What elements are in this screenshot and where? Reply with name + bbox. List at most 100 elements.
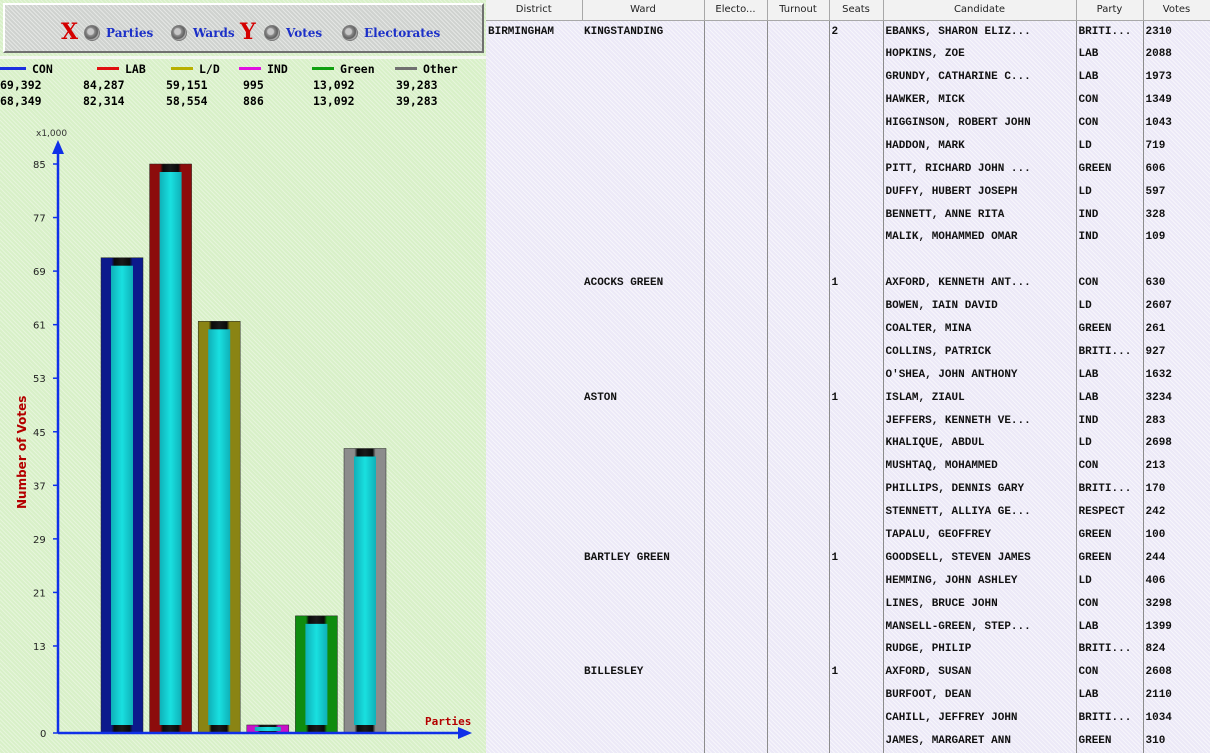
votes-cell[interactable]: 170: [1143, 478, 1210, 501]
district-cell[interactable]: [486, 89, 582, 112]
ward-cell[interactable]: [582, 203, 705, 227]
table-row[interactable]: JEFFERS, KENNETH VE... IND 283: [486, 409, 1210, 433]
candidate-cell[interactable]: AXFORD, KENNETH ANT...: [883, 271, 1077, 295]
candidate-cell[interactable]: JEFFERS, KENNETH VE...: [883, 409, 1077, 433]
ward-cell[interactable]: [582, 683, 705, 707]
table-row[interactable]: MUSHTAQ, MOHAMMED CON 213: [486, 454, 1210, 478]
district-cell[interactable]: [486, 363, 582, 386]
votes-cell[interactable]: 606: [1143, 157, 1210, 180]
district-cell[interactable]: [486, 592, 582, 615]
votes-cell[interactable]: 244: [1143, 546, 1210, 569]
party-cell[interactable]: LAB: [1076, 363, 1144, 387]
seats-cell[interactable]: [829, 592, 884, 616]
votes-cell[interactable]: 824: [1143, 638, 1210, 661]
table-row[interactable]: MANSELL-GREEN, STEP... LAB 1399: [486, 615, 1210, 639]
seats-cell[interactable]: [829, 523, 884, 547]
ward-cell[interactable]: [582, 454, 705, 478]
votes-cell[interactable]: 2608: [1143, 661, 1210, 684]
seats-cell[interactable]: [829, 477, 884, 501]
district-cell[interactable]: [486, 180, 582, 203]
turnout-cell[interactable]: [767, 248, 830, 272]
table-row[interactable]: ASTON 1 ISLAM, ZIAUL LAB 3234: [486, 386, 1210, 410]
district-cell[interactable]: BIRMINGHAM: [486, 20, 582, 43]
electorate-cell[interactable]: [704, 660, 768, 684]
table-row[interactable]: BURFOOT, DEAN LAB 2110: [486, 683, 1210, 707]
candidate-cell[interactable]: GOODSELL, STEVEN JAMES: [883, 546, 1077, 570]
electorate-cell[interactable]: [704, 706, 768, 730]
party-cell[interactable]: BRITI...: [1076, 706, 1144, 730]
column-header-ward[interactable]: Ward: [582, 0, 705, 21]
votes-cell[interactable]: 2698: [1143, 432, 1210, 455]
ward-cell[interactable]: [582, 569, 705, 593]
seats-cell[interactable]: [829, 42, 884, 66]
table-row[interactable]: PHILLIPS, DENNIS GARY BRITI... 170: [486, 477, 1210, 501]
table-row[interactable]: HADDON, MARK LD 719: [486, 134, 1210, 158]
turnout-cell[interactable]: [767, 592, 830, 616]
ward-cell[interactable]: [582, 432, 705, 455]
party-cell[interactable]: IND: [1076, 203, 1144, 227]
table-row[interactable]: JAMES, MARGARET ANN GREEN 310: [486, 729, 1210, 753]
turnout-cell[interactable]: [767, 615, 830, 639]
votes-cell[interactable]: 719: [1143, 134, 1210, 157]
ward-cell[interactable]: [582, 180, 705, 204]
column-header-votes[interactable]: Votes: [1143, 0, 1210, 21]
district-cell[interactable]: [486, 546, 582, 569]
table-row[interactable]: BIRMINGHAM KINGSTANDING 2 EBANKS, SHARON EL…: [486, 20, 1210, 43]
candidate-cell[interactable]: PITT, RICHARD JOHN ...: [883, 157, 1077, 181]
turnout-cell[interactable]: [767, 569, 830, 593]
district-cell[interactable]: [486, 684, 582, 707]
electorate-cell[interactable]: [704, 180, 768, 204]
party-cell[interactable]: CON: [1076, 592, 1144, 616]
electorate-cell[interactable]: [704, 477, 768, 501]
electorate-cell[interactable]: [704, 294, 768, 318]
votes-cell[interactable]: 1973: [1143, 66, 1210, 89]
votes-cell[interactable]: 1034: [1143, 707, 1210, 730]
candidate-cell[interactable]: O'SHEA, JOHN ANTHONY: [883, 363, 1077, 387]
table-row[interactable]: DUFFY, HUBERT JOSEPH LD 597: [486, 180, 1210, 204]
candidate-cell[interactable]: GRUNDY, CATHARINE C...: [883, 65, 1077, 89]
electorate-cell[interactable]: [704, 432, 768, 455]
radio-icon[interactable]: [264, 25, 280, 41]
electorate-cell[interactable]: [704, 729, 768, 753]
turnout-cell[interactable]: [767, 88, 830, 112]
votes-cell[interactable]: 109: [1143, 226, 1210, 249]
party-cell[interactable]: GREEN: [1076, 317, 1144, 341]
candidate-cell[interactable]: MANSELL-GREEN, STEP...: [883, 615, 1077, 639]
electorate-cell[interactable]: [704, 65, 768, 89]
candidate-cell[interactable]: PHILLIPS, DENNIS GARY: [883, 477, 1077, 501]
turnout-cell[interactable]: [767, 638, 830, 661]
turnout-cell[interactable]: [767, 432, 830, 455]
district-cell[interactable]: [486, 157, 582, 180]
turnout-cell[interactable]: [767, 226, 830, 249]
ward-cell[interactable]: [582, 65, 705, 89]
electorate-cell[interactable]: [704, 638, 768, 661]
ward-cell[interactable]: [582, 615, 705, 639]
turnout-cell[interactable]: [767, 111, 830, 135]
ward-cell[interactable]: ACOCKS GREEN: [582, 271, 705, 295]
ward-cell[interactable]: ASTON: [582, 386, 705, 410]
electorate-cell[interactable]: [704, 88, 768, 112]
party-cell[interactable]: CON: [1076, 88, 1144, 112]
electorate-cell[interactable]: [704, 340, 768, 364]
radio-icon[interactable]: [342, 25, 358, 41]
seats-cell[interactable]: [829, 454, 884, 478]
electorate-cell[interactable]: [704, 271, 768, 295]
seats-cell[interactable]: 1: [829, 546, 884, 570]
table-row[interactable]: KHALIQUE, ABDUL LD 2698: [486, 432, 1210, 455]
table-row[interactable]: HIGGINSON, ROBERT JOHN CON 1043: [486, 111, 1210, 135]
district-cell[interactable]: [486, 569, 582, 592]
table-row[interactable]: BARTLEY GREEN 1 GOODSELL, STEVEN JAMES GREE…: [486, 546, 1210, 570]
seats-cell[interactable]: [829, 180, 884, 204]
electorate-cell[interactable]: [704, 317, 768, 341]
seats-cell[interactable]: [829, 317, 884, 341]
turnout-cell[interactable]: [767, 409, 830, 433]
candidate-cell[interactable]: BOWEN, IAIN DAVID: [883, 294, 1077, 318]
votes-cell[interactable]: 213: [1143, 455, 1210, 478]
turnout-cell[interactable]: [767, 203, 830, 227]
electorate-cell[interactable]: [704, 363, 768, 387]
electorate-cell[interactable]: [704, 226, 768, 249]
votes-cell[interactable]: 283: [1143, 409, 1210, 432]
turnout-cell[interactable]: [767, 386, 830, 410]
candidate-cell[interactable]: MUSHTAQ, MOHAMMED: [883, 454, 1077, 478]
district-cell[interactable]: [486, 707, 582, 730]
